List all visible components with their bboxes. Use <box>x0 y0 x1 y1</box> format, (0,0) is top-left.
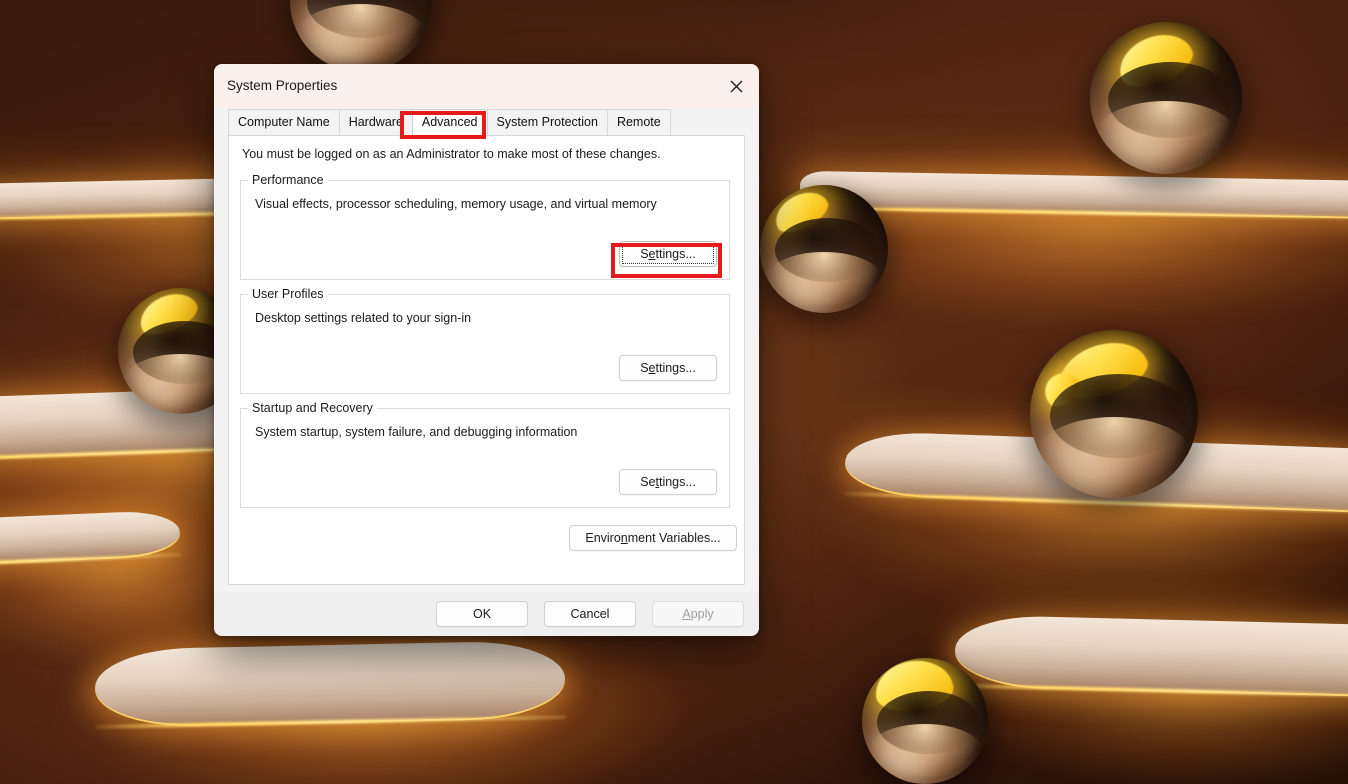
dialog-titlebar: System Properties <box>214 64 759 108</box>
sphere-rim-light <box>295 3 427 67</box>
sphere-rim-light <box>1036 417 1192 492</box>
accelerator-char: n <box>620 531 628 545</box>
environment-variables-button[interactable]: Environment Variables... <box>569 525 737 551</box>
accelerator-char: A <box>682 607 691 621</box>
accelerator-char: e <box>648 361 656 375</box>
performance-settings-button[interactable]: Settings... <box>619 241 717 267</box>
tab-system-protection[interactable]: System Protection <box>486 109 608 135</box>
group-user-profiles-legend: User Profiles <box>248 287 328 301</box>
group-performance-description: Visual effects, processor scheduling, me… <box>255 197 657 211</box>
decor-sphere <box>760 185 888 313</box>
tab-label: Remote <box>616 115 661 129</box>
user-profiles-settings-button[interactable]: Settings... <box>619 355 717 381</box>
shelf <box>954 614 1348 696</box>
button-label: Settings... <box>640 361 696 375</box>
system-properties-dialog: System Properties Computer Name Hardware… <box>214 64 759 636</box>
apply-button[interactable]: Apply <box>652 601 744 627</box>
tab-label: System Protection <box>496 115 598 129</box>
decor-sphere <box>1030 330 1198 498</box>
tab-hardware[interactable]: Hardware <box>338 109 413 135</box>
group-performance: Performance Visual effects, processor sc… <box>240 173 730 280</box>
button-label: Settings... <box>640 475 696 489</box>
tab-label: Computer Name <box>238 115 330 129</box>
button-label: Cancel <box>570 607 610 621</box>
decor-sphere <box>1090 22 1242 174</box>
tab-computer-name[interactable]: Computer Name <box>228 109 340 135</box>
tab-label: Hardware <box>348 115 403 129</box>
tab-panel-advanced: You must be logged on as an Administrato… <box>228 135 745 585</box>
group-startup-recovery-legend: Startup and Recovery <box>248 401 377 415</box>
dialog-footer: OK Cancel Apply <box>214 592 759 636</box>
button-label: Apply <box>682 607 714 621</box>
group-user-profiles-description: Desktop settings related to your sign-in <box>255 311 472 325</box>
shelf <box>94 640 566 726</box>
button-label: Environment Variables... <box>585 531 721 545</box>
tab-remote[interactable]: Remote <box>606 109 671 135</box>
group-performance-legend: Performance <box>248 173 328 187</box>
tab-label: Advanced <box>421 115 478 129</box>
sphere-rim-light <box>1096 101 1236 168</box>
tab-strip: Computer Name Hardware Advanced System P… <box>214 108 759 135</box>
group-user-profiles: User Profiles Desktop settings related t… <box>240 287 730 394</box>
sphere-rim-light <box>867 723 983 779</box>
close-icon[interactable] <box>713 64 759 108</box>
button-label: OK <box>472 607 492 621</box>
dialog-title: System Properties <box>227 78 338 93</box>
desktop-background: System Properties Computer Name Hardware… <box>0 0 1348 784</box>
shelf <box>0 509 181 567</box>
decor-sphere <box>862 658 988 784</box>
tab-advanced[interactable]: Advanced <box>411 109 488 135</box>
group-startup-recovery: Startup and Recovery System startup, sys… <box>240 401 730 508</box>
startup-recovery-settings-button[interactable]: Settings... <box>619 469 717 495</box>
focus-ring <box>622 244 714 264</box>
sphere-rim-light <box>765 251 883 308</box>
group-startup-recovery-description: System startup, system failure, and debu… <box>255 425 578 439</box>
cancel-button[interactable]: Cancel <box>544 601 636 627</box>
administrator-note: You must be logged on as an Administrato… <box>242 147 661 161</box>
ok-button[interactable]: OK <box>436 601 528 627</box>
